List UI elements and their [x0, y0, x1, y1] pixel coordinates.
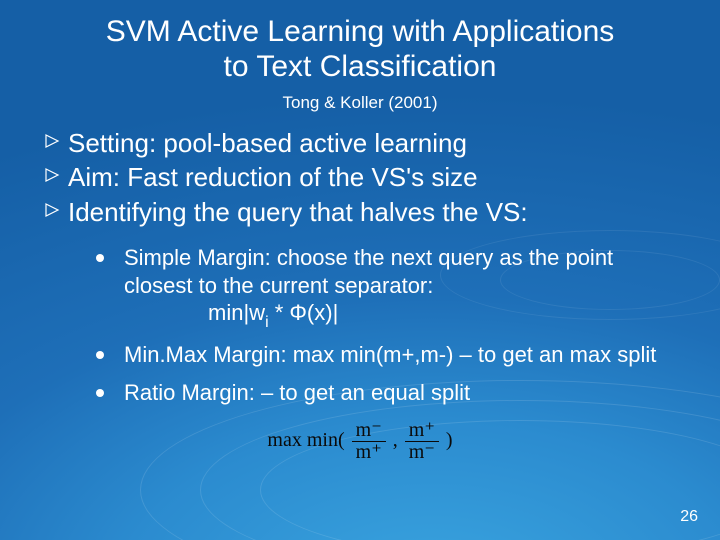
ratio-margin-formula: max min( m⁻ m⁺ , m⁺ m⁻ ) — [40, 416, 680, 467]
arrow-icon — [44, 196, 68, 229]
sub-text: Simple Margin: choose the next query as … — [124, 244, 680, 331]
dot-icon — [96, 379, 124, 407]
slide: SVM Active Learning with Applications to… — [0, 0, 720, 540]
bullet-aim: Aim: Fast reduction of the VS's size — [44, 161, 680, 194]
arrow-icon — [44, 127, 68, 160]
sub-text: Min.Max Margin: max min(m+,m-) – to get … — [124, 341, 680, 369]
sub-ratio-margin: Ratio Margin: – to get an equal split — [96, 379, 680, 407]
page-number: 26 — [680, 508, 698, 526]
title-line-2: to Text Classification — [224, 50, 497, 83]
sub-text: Ratio Margin: – to get an equal split — [124, 379, 680, 407]
dot-icon — [96, 244, 124, 331]
dot-icon — [96, 341, 124, 369]
bullet-text: Setting: pool-based active learning — [68, 127, 680, 160]
slide-title: SVM Active Learning with Applications to… — [40, 14, 680, 89]
sub-bullet-list: Simple Margin: choose the next query as … — [96, 244, 680, 406]
sub-minmax-margin: Min.Max Margin: max min(m+,m-) – to get … — [96, 341, 680, 369]
arrow-icon — [44, 161, 68, 194]
bullet-text: Aim: Fast reduction of the VS's size — [68, 161, 680, 194]
fraction-2: m⁺ m⁻ — [405, 420, 439, 463]
math-lead: max min( — [267, 430, 344, 452]
sub-simple-margin: Simple Margin: choose the next query as … — [96, 244, 680, 331]
fraction-1: m⁻ m⁺ — [352, 420, 386, 463]
bullet-identifying: Identifying the query that halves the VS… — [44, 196, 680, 229]
sub-line: Simple Margin: choose the next query as … — [124, 245, 613, 298]
math-sep: , — [393, 430, 398, 452]
bullet-setting: Setting: pool-based active learning — [44, 127, 680, 160]
sub-bullet-block: Simple Margin: choose the next query as … — [40, 244, 680, 406]
math-tail: ) — [446, 430, 453, 452]
bullet-text: Identifying the query that halves the VS… — [68, 196, 680, 229]
slide-subtitle: Tong & Koller (2001) — [40, 93, 680, 113]
main-bullet-list: Setting: pool-based active learning Aim:… — [40, 127, 680, 229]
title-line-1: SVM Active Learning with Applications — [106, 15, 615, 48]
simple-margin-formula: min|wi * Φ(x)| — [124, 299, 680, 331]
